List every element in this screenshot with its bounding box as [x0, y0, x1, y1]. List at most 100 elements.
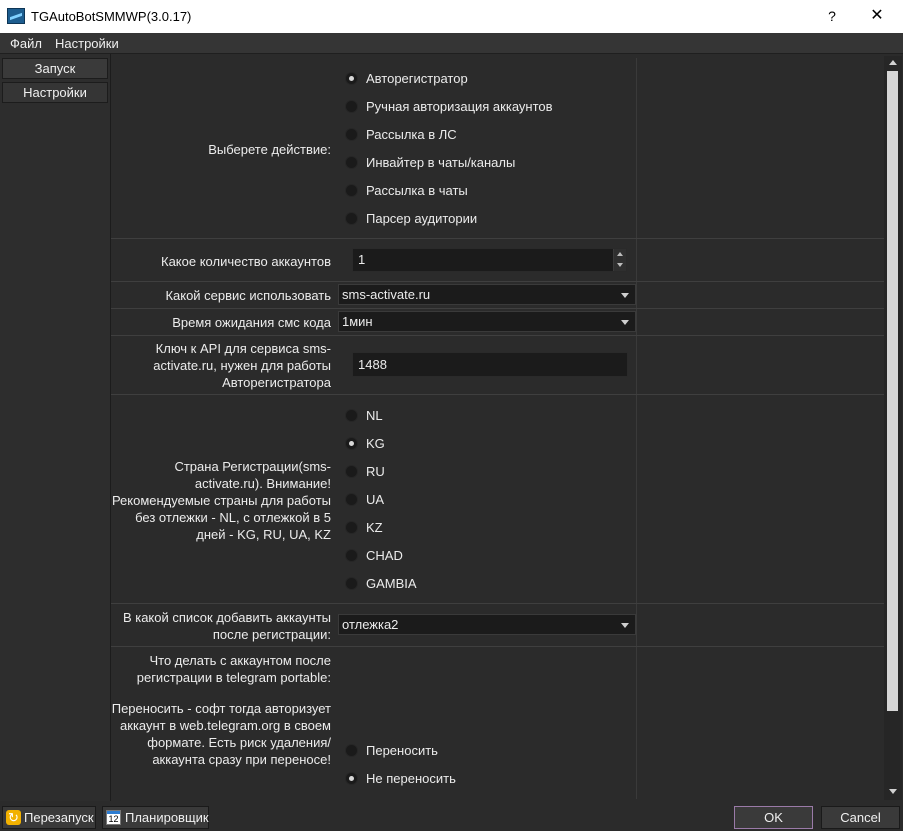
menu-settings[interactable]: Настройки — [55, 36, 119, 51]
wait-value: 1мин — [342, 314, 373, 329]
radio-action-autoreg[interactable]: Авторегистратор — [345, 69, 468, 87]
radio-action-manual-auth[interactable]: Ручная авторизация аккаунтов — [345, 97, 553, 115]
menu-file[interactable]: Файл — [10, 36, 42, 51]
close-button[interactable]: ✕ — [860, 4, 894, 28]
radio-after-transfer[interactable]: Переносить — [345, 741, 438, 759]
menu-bar: Файл Настройки — [0, 33, 903, 54]
restart-button[interactable]: Перезапуск — [2, 806, 96, 829]
radio-dot — [345, 127, 358, 141]
restart-icon — [6, 807, 21, 828]
calendar-icon: 12 — [106, 810, 121, 825]
radio-dot — [345, 183, 358, 197]
radio-label: Не переносить — [366, 770, 456, 786]
title-bar: TGAutoBotSMMWP(3.0.17) ? ✕ — [0, 0, 903, 33]
radio-label: Инвайтер в чаты/каналы — [366, 154, 516, 170]
list-label: В какой список добавить аккаунты после р… — [122, 610, 331, 642]
radio-dot — [345, 520, 358, 534]
radio-dot — [345, 211, 358, 225]
radio-label: UA — [366, 491, 385, 507]
radio-action-chat-mailing[interactable]: Рассылка в чаты — [345, 181, 468, 199]
radio-label: CHAD — [366, 547, 403, 563]
scheduler-button[interactable]: 12 Планировщик — [102, 806, 209, 829]
service-label: Какой сервис использовать — [165, 288, 331, 303]
spin-up-icon[interactable] — [617, 252, 623, 256]
accounts-value: 1 — [358, 252, 366, 267]
after-label: Что делать с аккаунтом после регистрации… — [136, 653, 331, 685]
radio-country-chad[interactable]: CHAD — [345, 546, 403, 564]
radio-label: Парсер аудитории — [366, 210, 478, 226]
api-key-input[interactable]: 1488 — [352, 352, 628, 377]
radio-dot — [345, 436, 358, 450]
settings-panel: Выберете действие: Авторегистратор Ручна… — [111, 58, 884, 799]
chevron-down-icon — [621, 623, 629, 628]
window-title: TGAutoBotSMMWP(3.0.17) — [31, 9, 192, 24]
left-nav: Запуск Настройки — [0, 54, 111, 801]
nav-settings-button[interactable]: Настройки — [2, 82, 108, 103]
radio-label: Переносить — [366, 742, 438, 758]
radio-dot — [345, 155, 358, 169]
bottom-bar: Перезапуск 12 Планировщик OK Cancel — [0, 801, 903, 831]
ok-button[interactable]: OK — [734, 806, 813, 829]
calendar-icon-text: 12 — [108, 814, 119, 824]
radio-label: KG — [366, 435, 385, 451]
radio-action-dm[interactable]: Рассылка в ЛС — [345, 125, 457, 143]
radio-label: GAMBIA — [366, 575, 417, 591]
radio-dot — [345, 71, 358, 85]
row-divider — [111, 335, 884, 336]
row-divider — [111, 603, 884, 604]
list-select[interactable]: отлежка2 — [338, 614, 636, 635]
radio-label: Авторегистратор — [366, 70, 468, 86]
app-logo-icon — [7, 8, 25, 24]
api-label: Ключ к API для сервиса sms-activate.ru, … — [153, 341, 331, 390]
row-divider — [111, 238, 884, 239]
chevron-down-icon — [621, 293, 629, 298]
wait-label: Время ожидания смс кода — [172, 315, 331, 330]
radio-country-kg[interactable]: KG — [345, 434, 385, 452]
radio-label: Рассылка в ЛС — [366, 126, 457, 142]
radio-country-nl[interactable]: NL — [345, 406, 383, 424]
row-divider — [111, 308, 884, 309]
radio-action-inviter[interactable]: Инвайтер в чаты/каналы — [345, 153, 515, 171]
radio-dot — [345, 99, 358, 113]
spin-buttons[interactable] — [613, 249, 626, 271]
action-label: Выберете действие: — [208, 142, 331, 157]
service-select[interactable]: sms-activate.ru — [338, 284, 636, 305]
radio-dot — [345, 408, 358, 422]
help-button[interactable]: ? — [820, 4, 844, 28]
service-value: sms-activate.ru — [342, 287, 431, 302]
radio-label: Ручная авторизация аккаунтов — [366, 98, 553, 114]
scroll-up-icon[interactable] — [889, 60, 897, 65]
radio-country-ru[interactable]: RU — [345, 462, 385, 480]
radio-country-kz[interactable]: KZ — [345, 518, 383, 536]
radio-action-parser[interactable]: Парсер аудитории — [345, 209, 477, 227]
nav-launch-button[interactable]: Запуск — [2, 58, 108, 79]
accounts-label: Какое количество аккаунтов — [161, 254, 331, 269]
radio-country-gambia[interactable]: GAMBIA — [345, 574, 417, 592]
radio-dot — [345, 548, 358, 562]
wait-select[interactable]: 1мин — [338, 311, 636, 332]
list-value: отлежка2 — [342, 617, 399, 632]
scroll-down-icon[interactable] — [889, 789, 897, 794]
radio-dot — [345, 743, 358, 757]
radio-dot — [345, 464, 358, 478]
cancel-button[interactable]: Cancel — [821, 806, 900, 829]
vertical-scrollbar[interactable] — [884, 56, 902, 800]
scroll-thumb[interactable] — [887, 71, 898, 711]
radio-country-ua[interactable]: UA — [345, 490, 384, 508]
row-divider — [111, 281, 884, 282]
radio-label: KZ — [366, 519, 383, 535]
country-label: Страна Регистрации(sms-activate.ru). Вни… — [111, 459, 331, 542]
scheduler-label: Планировщик — [125, 810, 209, 825]
row-divider — [111, 646, 884, 647]
radio-dot — [345, 771, 358, 785]
radio-after-no-transfer[interactable]: Не переносить — [345, 769, 456, 787]
restart-label: Перезапуск — [24, 810, 94, 825]
radio-dot — [345, 492, 358, 506]
accounts-spinbox[interactable]: 1 — [352, 248, 627, 272]
chevron-down-icon — [621, 320, 629, 325]
spin-down-icon[interactable] — [617, 263, 623, 267]
column-divider — [636, 58, 637, 799]
radio-label: Рассылка в чаты — [366, 182, 468, 198]
after-description: Переносить - софт тогда авторизует аккау… — [111, 701, 331, 767]
radio-label: RU — [366, 463, 385, 479]
